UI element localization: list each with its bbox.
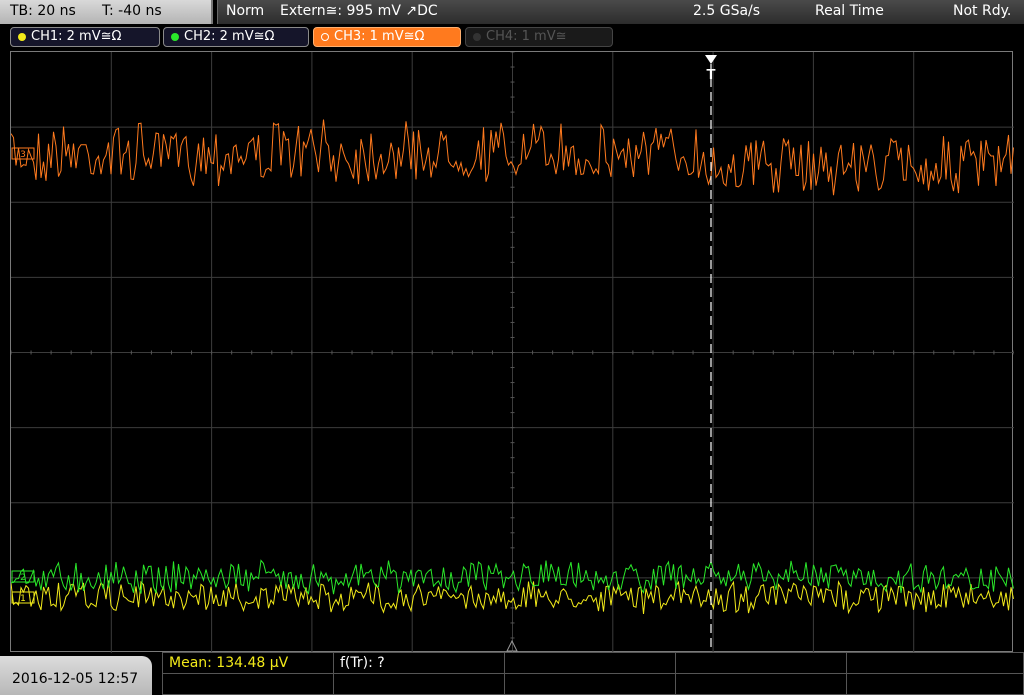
svg-text:3: 3 [20, 150, 26, 160]
trigger-mode[interactable]: Norm [226, 3, 264, 19]
tab-ch3[interactable]: CH3: 1 mV≅Ω [313, 27, 461, 47]
channel-tabs: CH1: 2 mV≅Ω CH2: 2 mV≅Ω CH3: 1 mV≅Ω CH4:… [0, 24, 1024, 51]
ch4-label: CH4: 1 mV≅ [486, 29, 567, 44]
acquisition-info: Norm Extern≅: 995 mV ↗DC 2.5 GSa/s Real … [217, 0, 1024, 24]
date-time: 2016-12-05 12:57 [12, 671, 139, 687]
ch2-indicator-icon [171, 33, 179, 41]
sample-rate[interactable]: 2.5 GSa/s [693, 3, 760, 19]
ch4-indicator-icon [473, 33, 481, 41]
tab-ch2[interactable]: CH2: 2 mV≅Ω [163, 27, 309, 47]
timebase-label: TB: 20 ns [10, 3, 76, 19]
waveform-display[interactable]: T 3 2 1 [10, 51, 1014, 653]
ch1-label: CH1: 2 mV≅Ω [31, 29, 122, 44]
date-time-box[interactable]: 2016-12-05 12:57 [0, 656, 152, 695]
tab-ch1[interactable]: CH1: 2 mV≅Ω [10, 27, 160, 47]
trigger-arrow-icon[interactable] [705, 55, 717, 64]
ch1-indicator-icon [18, 33, 26, 41]
status-bar: TB: 20 ns T: -40 ns Norm Extern≅: 995 mV… [0, 0, 1024, 24]
graticule [11, 52, 1014, 653]
ch3-label: CH3: 1 mV≅Ω [334, 29, 425, 44]
tab-ch4[interactable]: CH4: 1 mV≅ [465, 27, 613, 47]
svg-text:1: 1 [20, 594, 26, 604]
measurement-slot-8[interactable] [504, 673, 676, 695]
measurement-slot-7[interactable] [333, 673, 505, 695]
measurement-frequency[interactable]: f(Tr): ? [333, 652, 505, 674]
svg-text:2: 2 [20, 573, 26, 583]
ch2-label: CH2: 2 mV≅Ω [184, 29, 275, 44]
timebase-box[interactable]: TB: 20 ns T: -40 ns [0, 0, 213, 24]
measurement-slot-9[interactable] [675, 673, 847, 695]
measurement-mean[interactable]: Mean: 134.48 µV [162, 652, 334, 674]
mean-value: Mean: 134.48 µV [169, 655, 289, 671]
frequency-value: f(Tr): ? [340, 655, 385, 671]
acquisition-mode[interactable]: Real Time [815, 3, 884, 19]
measurement-slot-5[interactable] [846, 652, 1024, 674]
ch3-indicator-icon [321, 33, 329, 41]
measurement-slot-4[interactable] [675, 652, 847, 674]
trigger-position-label: T: -40 ns [102, 3, 162, 19]
measurement-slot-3[interactable] [504, 652, 676, 674]
measurement-slot-6[interactable] [162, 673, 334, 695]
trigger-state: Not Rdy. [953, 3, 1012, 19]
measurement-panel: Mean: 134.48 µV f(Tr): ? [162, 652, 1024, 695]
trigger-source[interactable]: Extern≅: 995 mV ↗DC [280, 3, 438, 19]
trigger-marker: T [706, 66, 715, 83]
measurement-slot-10[interactable] [846, 673, 1024, 695]
waveform-canvas[interactable]: T 3 2 1 [11, 52, 1014, 653]
